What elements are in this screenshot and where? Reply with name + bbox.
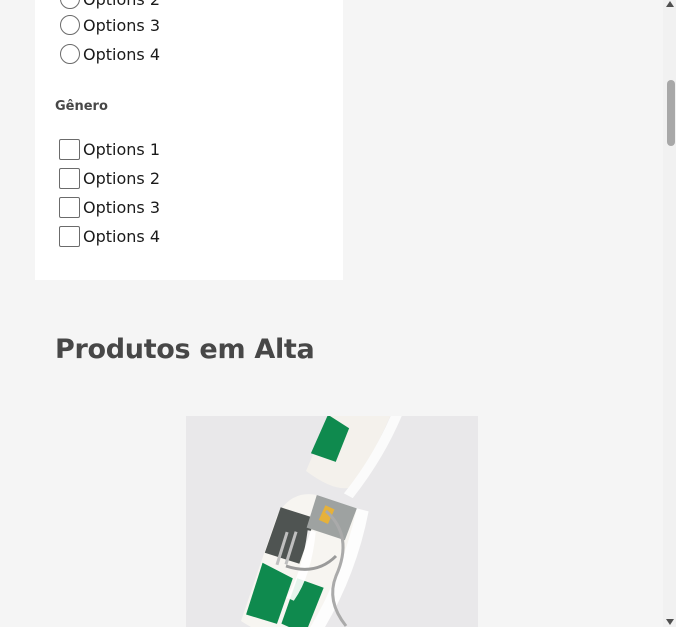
genero-option-4[interactable]: Options 4 [59,226,160,247]
checkbox[interactable] [59,226,80,247]
radio-option-label: Options 4 [83,44,160,64]
radio-button[interactable] [60,15,80,35]
product-card-image[interactable] [186,416,478,627]
radio-button[interactable] [60,0,80,9]
checkbox[interactable] [59,197,80,218]
trending-products-title: Produtos em Alta [55,334,315,365]
vertical-scrollbar[interactable] [663,0,676,627]
scroll-down-arrow-icon[interactable] [666,619,674,625]
scrollbar-thumb[interactable] [667,80,675,146]
genero-option-3[interactable]: Options 3 [59,197,160,218]
page-viewport: Options 2 Options 3 Options 4 Gênero Opt… [0,0,663,627]
checkbox[interactable] [59,168,80,189]
radio-option-label: Options 3 [83,15,160,35]
radio-button[interactable] [60,44,80,64]
sneaker-image [186,416,478,627]
genero-option-1[interactable]: Options 1 [59,139,160,160]
genero-filter-title: Gênero [55,99,108,114]
filter-panel: Options 2 Options 3 Options 4 Gênero Opt… [35,0,343,280]
radio-option-4[interactable]: Options 4 [60,44,160,64]
radio-option-3[interactable]: Options 3 [60,15,160,35]
checkbox-label: Options 1 [83,140,160,159]
scroll-up-arrow-icon[interactable] [666,1,674,7]
checkbox-label: Options 2 [83,169,160,188]
checkbox[interactable] [59,139,80,160]
checkbox-label: Options 4 [83,227,160,246]
checkbox-label: Options 3 [83,198,160,217]
radio-option-2[interactable]: Options 2 [60,0,160,9]
genero-option-2[interactable]: Options 2 [59,168,160,189]
radio-option-label: Options 2 [83,0,160,9]
